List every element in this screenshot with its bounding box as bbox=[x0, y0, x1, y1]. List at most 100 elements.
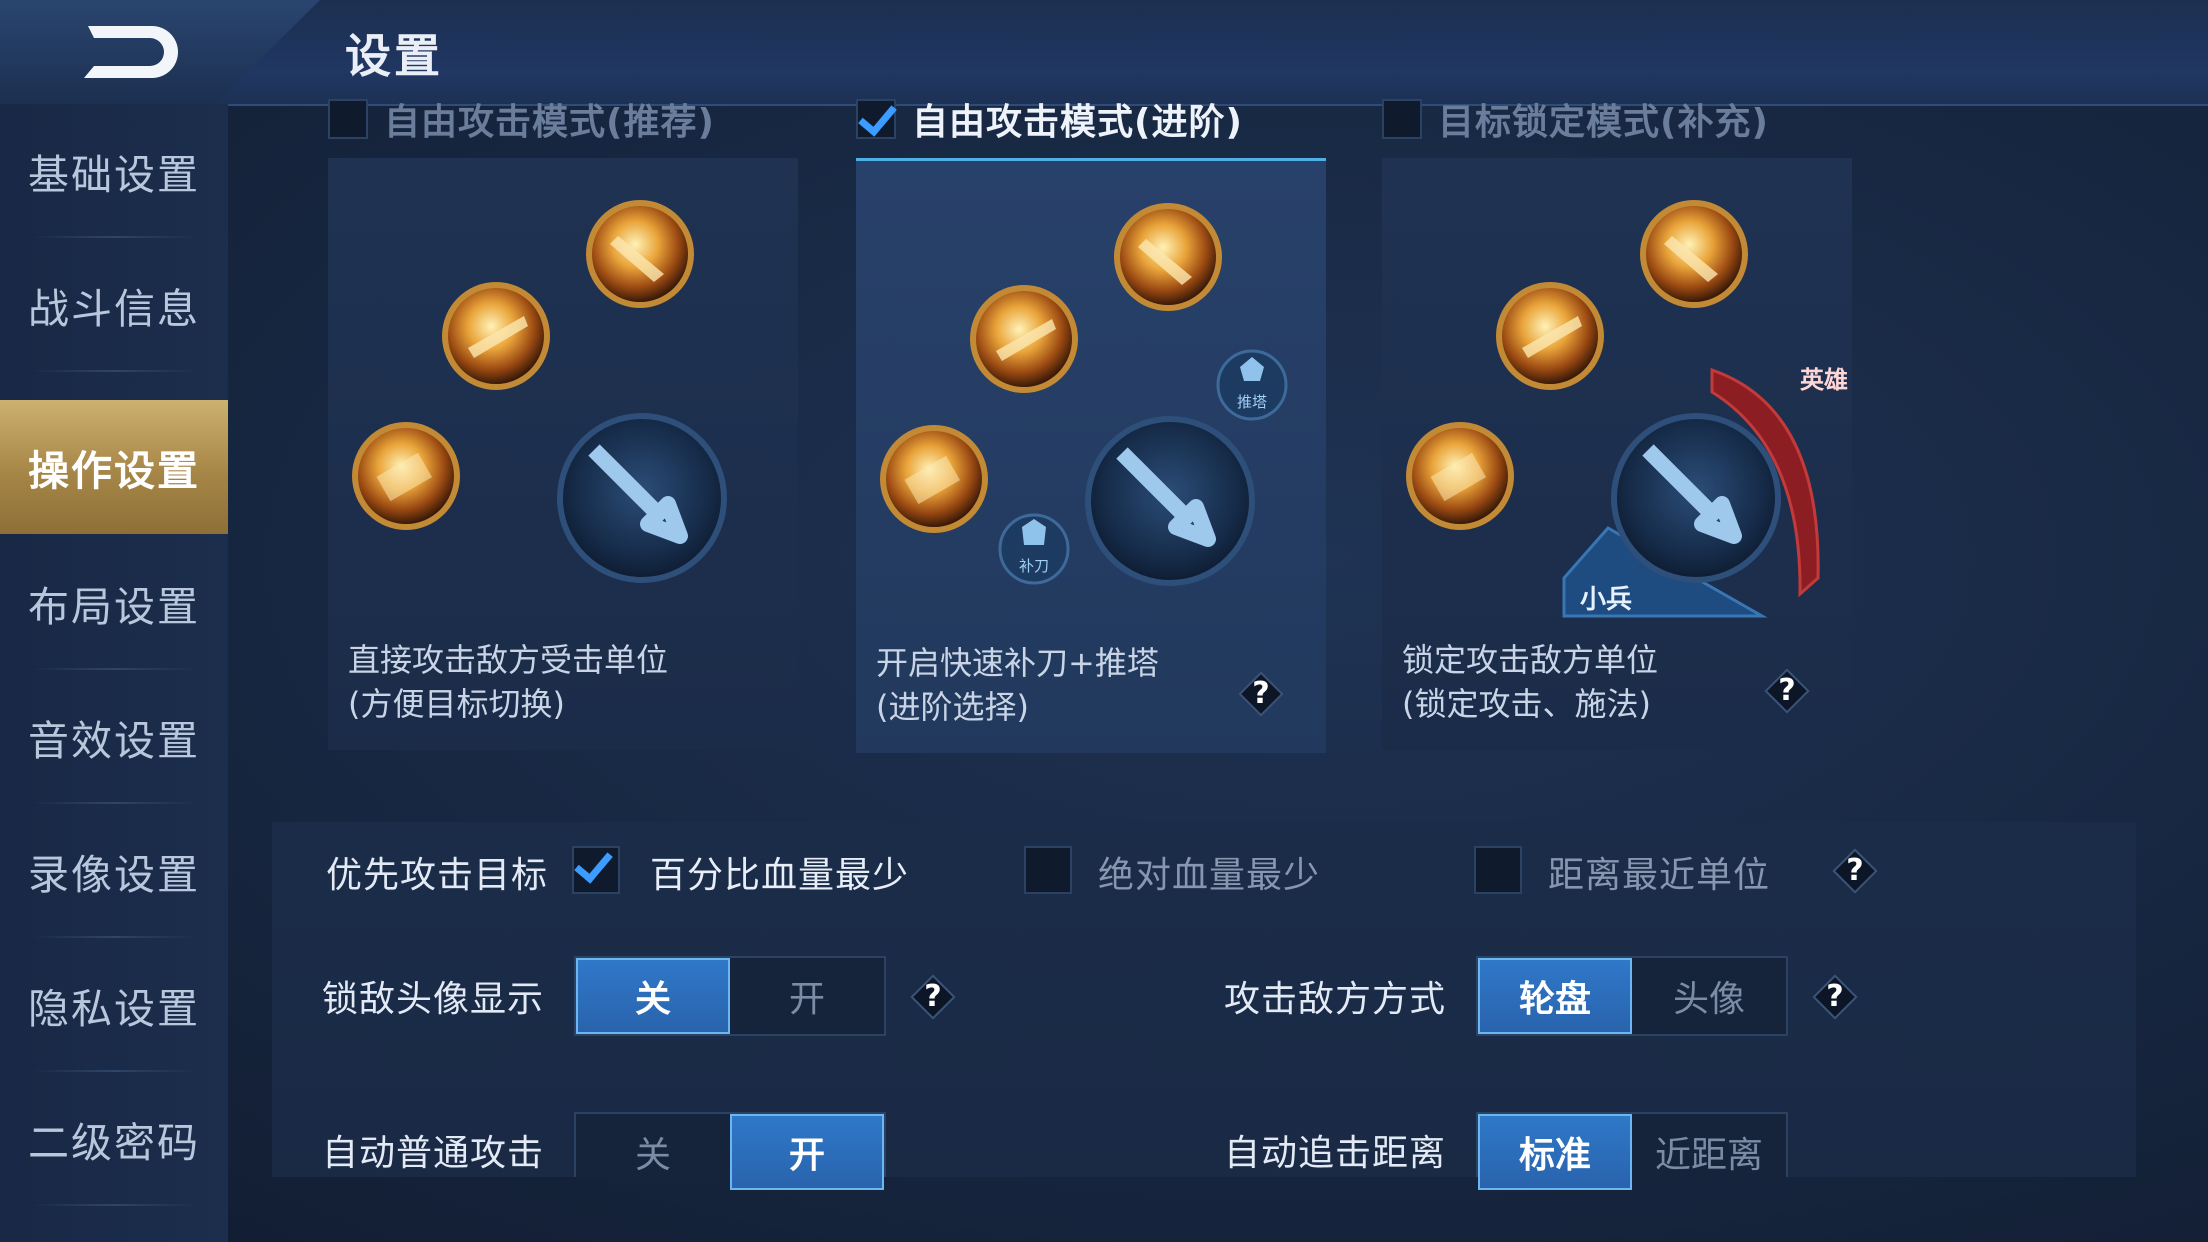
skill-wheel-illustration bbox=[352, 200, 727, 583]
chase-distance-close-option[interactable]: 近距离 bbox=[1632, 1114, 1786, 1190]
skill-icon bbox=[442, 282, 550, 390]
skill-wheel-illustration: 推塔 补刀 bbox=[880, 203, 1288, 586]
help-glyph: ? bbox=[1826, 979, 1844, 1014]
skill-icon bbox=[1640, 200, 1748, 308]
sidebar-item-replay[interactable]: 录像设置 bbox=[0, 804, 228, 938]
divider bbox=[30, 1204, 198, 1206]
mode-checkbox-row[interactable]: 自由攻击模式(进阶) bbox=[856, 96, 1243, 143]
description-line: (进阶选择) bbox=[876, 688, 1029, 726]
sidebar-item-label: 布局设置 bbox=[28, 583, 200, 631]
option-nearest-unit[interactable]: 距离最近单位 bbox=[1548, 846, 1770, 898]
checkbox-lowest-hp-absolute[interactable] bbox=[1024, 846, 1072, 894]
description-line: 直接攻击敌方受击单位 bbox=[348, 641, 669, 679]
help-icon[interactable]: ? bbox=[1832, 848, 1878, 894]
sidebar-item-label: 操作设置 bbox=[28, 447, 200, 495]
checkbox[interactable] bbox=[1382, 99, 1422, 139]
chase-distance-label: 自动追击距离 bbox=[1224, 1133, 1447, 1174]
sidebar-item-label: 音效设置 bbox=[28, 717, 200, 765]
help-glyph: ? bbox=[1252, 676, 1270, 711]
description-line: 开启快速补刀+推塔 bbox=[876, 644, 1159, 682]
skill-icon bbox=[1496, 282, 1604, 390]
sidebar-item-privacy[interactable]: 隐私设置 bbox=[0, 938, 228, 1072]
sidebar-item-label: 基础设置 bbox=[28, 151, 200, 199]
lock-avatar-label: 锁敌头像显示 bbox=[322, 979, 545, 1020]
mode-checkbox-row[interactable]: 目标锁定模式(补充) bbox=[1382, 96, 1769, 143]
sidebar-item-label: 录像设置 bbox=[28, 851, 200, 899]
option-lowest-hp-absolute[interactable]: 绝对血量最少 bbox=[1098, 846, 1320, 898]
mode-card[interactable]: 直接攻击敌方受击单位 (方便目标切换) bbox=[328, 158, 798, 750]
description-line: (锁定攻击、施法) bbox=[1402, 685, 1651, 723]
attack-method-label: 攻击敌方方式 bbox=[1224, 979, 1447, 1020]
mode-checkbox-row[interactable]: 自由攻击模式(推荐) bbox=[328, 96, 715, 143]
sidebar-item-label: 战斗信息 bbox=[28, 285, 200, 333]
basic-attack-icon bbox=[1611, 413, 1781, 583]
minion-badge-label: 小兵 bbox=[1580, 585, 1632, 615]
sidebar-item-basic[interactable]: 基础设置 bbox=[0, 104, 228, 238]
sidebar-item-label: 二级密码 bbox=[28, 1119, 200, 1167]
sidebar-item-layout[interactable]: 布局设置 bbox=[0, 536, 228, 670]
attack-method-wheel-option[interactable]: 轮盘 bbox=[1478, 958, 1632, 1034]
help-icon[interactable]: ? bbox=[1764, 668, 1810, 714]
mode-label: 自由攻击模式(进阶) bbox=[912, 102, 1243, 143]
mode-description: 直接攻击敌方受击单位 (方便目标切换) bbox=[348, 638, 668, 726]
header-bar: 设置 bbox=[0, 0, 2208, 106]
checkbox[interactable] bbox=[328, 99, 368, 139]
chase-distance-standard-option[interactable]: 标准 bbox=[1478, 1114, 1632, 1190]
badge-label: 推塔 bbox=[1237, 393, 1267, 411]
skill-icon bbox=[880, 425, 988, 533]
sidebar-item-battle-info[interactable]: 战斗信息 bbox=[0, 238, 228, 372]
mode-card-selected[interactable]: 推塔 补刀 开启快速补刀+推塔 (进阶选择) ? bbox=[856, 158, 1326, 753]
back-button[interactable] bbox=[70, 14, 190, 90]
badge-label: 补刀 bbox=[1019, 557, 1049, 575]
skill-icon bbox=[970, 285, 1078, 393]
auto-attack-toggle: 关 开 bbox=[574, 1112, 886, 1190]
lock-avatar-toggle: 关 开 bbox=[574, 956, 886, 1036]
mode-label: 自由攻击模式(推荐) bbox=[384, 102, 715, 143]
skill-icon bbox=[1114, 203, 1222, 311]
sidebar-item-label: 隐私设置 bbox=[28, 985, 200, 1033]
settings-screen: 设置 基础设置 战斗信息 操作设置 布局设置 音效设置 录像设置 隐私设置 二级… bbox=[0, 0, 2208, 1242]
option-lowest-hp-percent[interactable]: 百分比血量最少 bbox=[650, 846, 909, 898]
skill-icon bbox=[586, 200, 694, 308]
checkbox-lowest-hp-percent[interactable] bbox=[572, 846, 620, 894]
back-arrow-icon bbox=[84, 26, 178, 78]
auto-attack-on-option[interactable]: 开 bbox=[730, 1114, 884, 1190]
page-title: 设置 bbox=[345, 29, 443, 83]
help-glyph: ? bbox=[1778, 673, 1796, 708]
hero-badge-label: 英雄 bbox=[1800, 366, 1848, 394]
attack-method-toggle: 轮盘 头像 bbox=[1476, 956, 1788, 1036]
skill-wheel-illustration: 英雄 小兵 bbox=[1406, 200, 1848, 618]
help-icon[interactable]: ? bbox=[1812, 974, 1858, 1020]
sidebar-item-sound[interactable]: 音效设置 bbox=[0, 670, 228, 804]
help-icon[interactable]: ? bbox=[1238, 671, 1284, 717]
auto-attack-label: 自动普通攻击 bbox=[322, 1133, 545, 1174]
push-tower-icon: 推塔 bbox=[1216, 349, 1288, 421]
checkbox-nearest-unit[interactable] bbox=[1474, 846, 1522, 894]
lock-avatar-off-option[interactable]: 关 bbox=[576, 958, 730, 1034]
skill-icon bbox=[1406, 422, 1514, 530]
last-hit-icon: 补刀 bbox=[998, 513, 1070, 585]
lock-avatar-on-option[interactable]: 开 bbox=[730, 958, 884, 1034]
skill-icon bbox=[352, 422, 460, 530]
basic-attack-icon bbox=[1085, 416, 1255, 586]
divider bbox=[30, 370, 198, 372]
auto-attack-off-option[interactable]: 关 bbox=[576, 1114, 730, 1190]
description-line: 锁定攻击敌方单位 bbox=[1402, 641, 1659, 679]
basic-attack-icon bbox=[557, 413, 727, 583]
attack-method-avatar-option[interactable]: 头像 bbox=[1632, 958, 1786, 1034]
sidebar: 基础设置 战斗信息 操作设置 布局设置 音效设置 录像设置 隐私设置 二级密码 bbox=[0, 104, 228, 1242]
sidebar-item-secondary-password[interactable]: 二级密码 bbox=[0, 1072, 228, 1206]
chase-distance-toggle: 标准 近距离 bbox=[1476, 1112, 1788, 1190]
description-line: (方便目标切换) bbox=[348, 685, 565, 723]
priority-target-label: 优先攻击目标 bbox=[326, 855, 549, 896]
mode-card[interactable]: 英雄 小兵 锁定攻击敌方单位 (锁定攻击、施法) ? bbox=[1382, 158, 1852, 750]
mode-description: 开启快速补刀+推塔 (进阶选择) bbox=[876, 641, 1159, 729]
help-icon[interactable]: ? bbox=[910, 974, 956, 1020]
help-glyph: ? bbox=[1846, 853, 1864, 888]
options-panel: 优先攻击目标 百分比血量最少 绝对血量最少 距离最近单位 ? 锁敌头像显示 关 … bbox=[272, 822, 2136, 1190]
sidebar-item-controls[interactable]: 操作设置 bbox=[0, 400, 228, 534]
mode-label: 目标锁定模式(补充) bbox=[1438, 102, 1769, 143]
checkbox-checked[interactable] bbox=[856, 99, 896, 139]
mode-description: 锁定攻击敌方单位 (锁定攻击、施法) bbox=[1402, 638, 1658, 726]
help-glyph: ? bbox=[924, 979, 942, 1014]
